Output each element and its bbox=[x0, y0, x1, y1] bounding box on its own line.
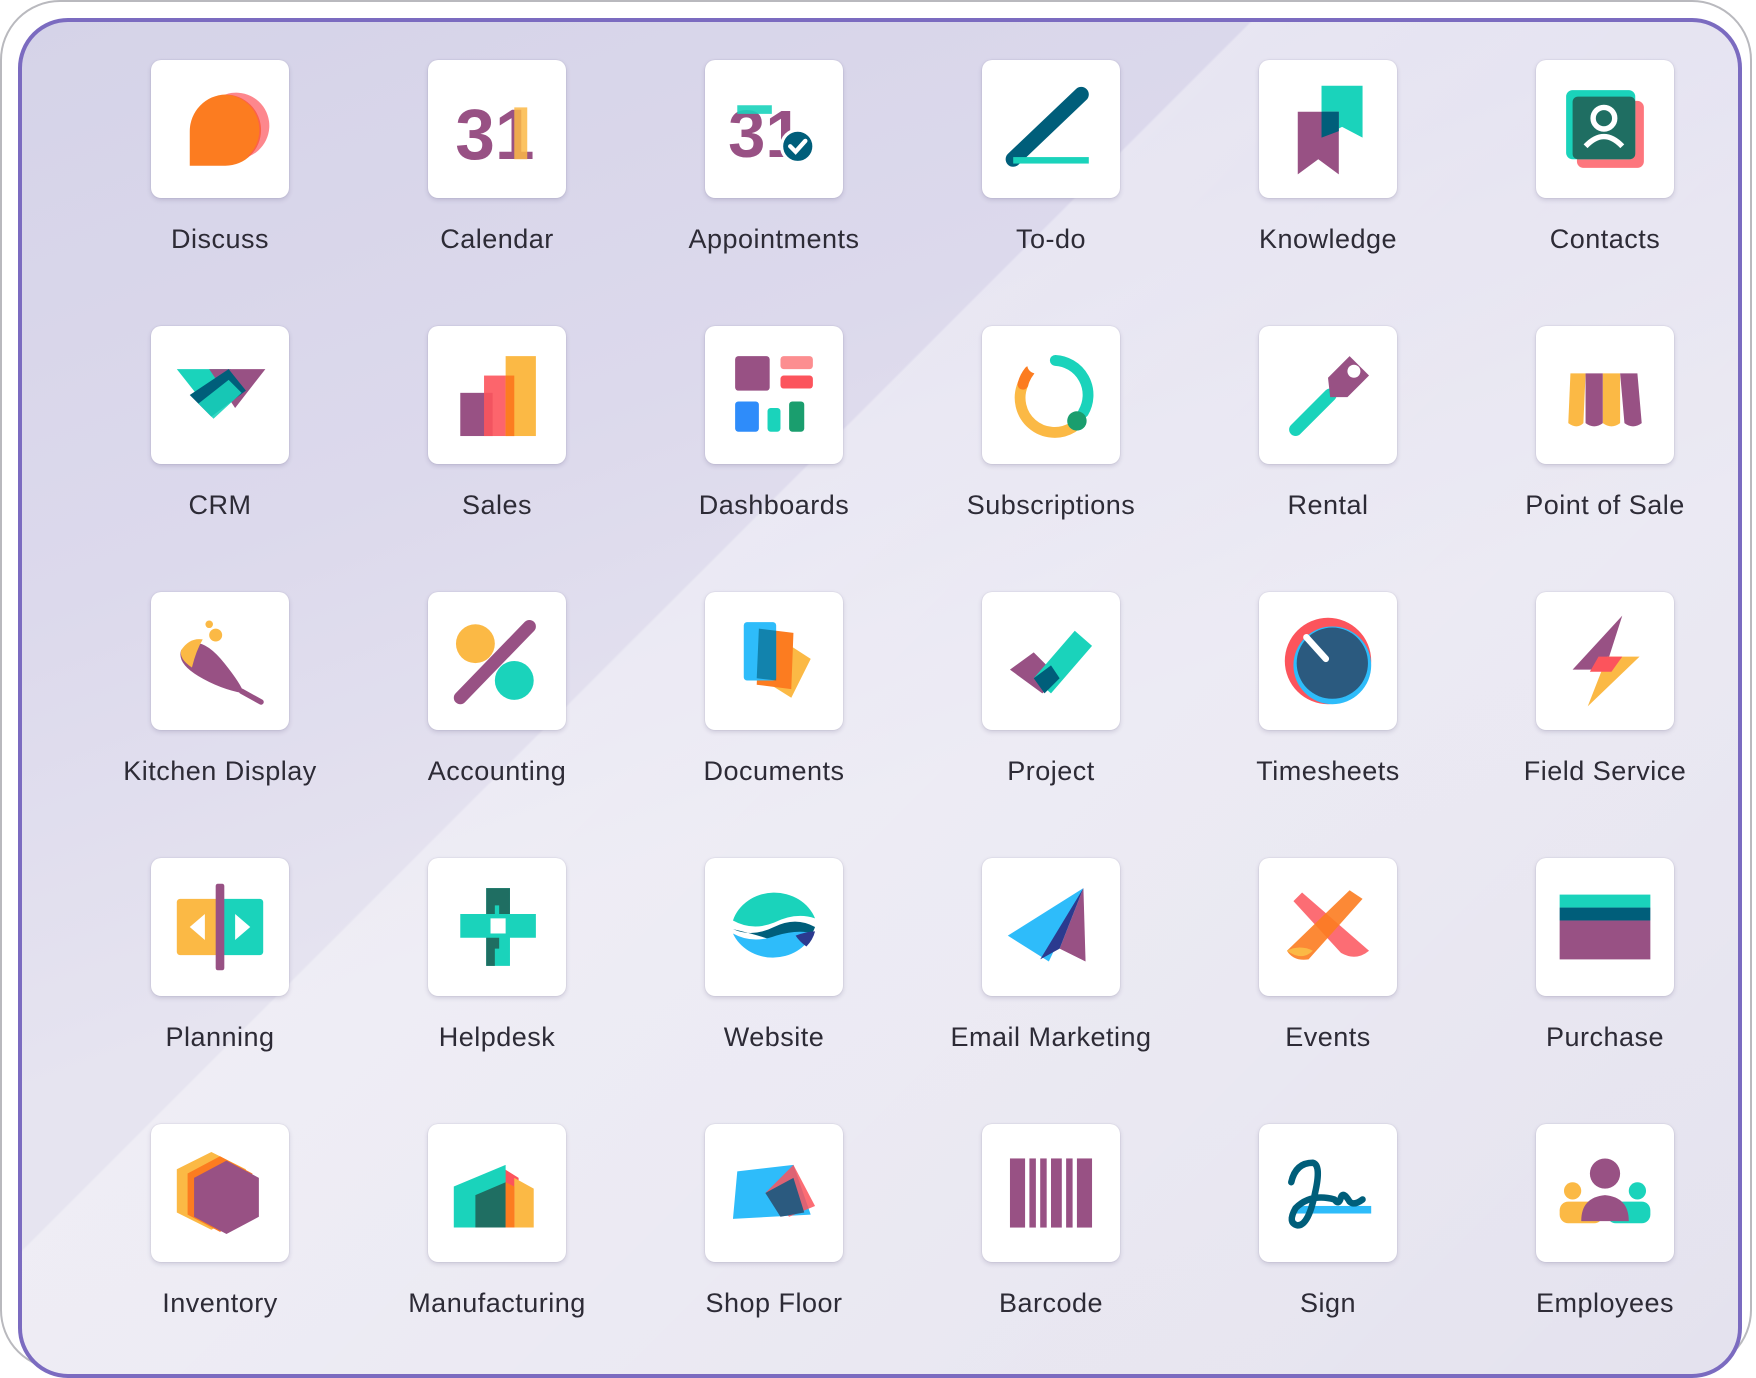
app-label: Timesheets bbox=[1256, 756, 1400, 786]
app-point-of-sale[interactable]: Point of Sale bbox=[1485, 326, 1725, 556]
app-documents[interactable]: Documents bbox=[654, 592, 894, 822]
project-icon bbox=[982, 592, 1120, 730]
app-label: Sales bbox=[461, 490, 533, 520]
app-label: Discuss bbox=[170, 224, 269, 254]
app-sales[interactable]: Sales bbox=[377, 326, 617, 556]
app-label: To-do bbox=[1015, 224, 1087, 254]
app-employees[interactable]: Employees bbox=[1485, 1124, 1725, 1354]
rental-icon bbox=[1259, 326, 1397, 464]
app-contacts[interactable]: Contacts bbox=[1485, 60, 1725, 290]
app-label: Point of Sale bbox=[1525, 490, 1685, 520]
app-subscriptions[interactable]: Subscriptions bbox=[931, 326, 1171, 556]
app-calendar[interactable]: 31 Calendar bbox=[377, 60, 617, 290]
app-knowledge[interactable]: Knowledge bbox=[1208, 60, 1448, 290]
app-discuss[interactable]: Discuss bbox=[100, 60, 340, 290]
app-label: Kitchen Display bbox=[123, 756, 317, 786]
app-shop-floor[interactable]: Shop Floor bbox=[654, 1124, 894, 1354]
app-label: Field Service bbox=[1523, 756, 1687, 786]
app-email-marketing[interactable]: Email Marketing bbox=[931, 858, 1171, 1088]
sales-icon bbox=[428, 326, 566, 464]
app-label: Email Marketing bbox=[950, 1022, 1152, 1052]
app-label: Inventory bbox=[162, 1288, 278, 1318]
field-service-icon bbox=[1536, 592, 1674, 730]
planning-icon bbox=[151, 858, 289, 996]
app-label: Employees bbox=[1535, 1288, 1675, 1318]
app-crm[interactable]: CRM bbox=[100, 326, 340, 556]
app-label: Helpdesk bbox=[438, 1022, 556, 1052]
employees-icon bbox=[1536, 1124, 1674, 1262]
app-label: Events bbox=[1285, 1022, 1371, 1052]
inventory-icon bbox=[151, 1124, 289, 1262]
documents-icon bbox=[705, 592, 843, 730]
shop-floor-icon bbox=[705, 1124, 843, 1262]
app-barcode[interactable]: Barcode bbox=[931, 1124, 1171, 1354]
app-label: Appointments bbox=[688, 224, 860, 254]
subscriptions-icon bbox=[982, 326, 1120, 464]
app-label: Planning bbox=[165, 1022, 275, 1052]
app-label: Manufacturing bbox=[408, 1288, 586, 1318]
events-icon bbox=[1259, 858, 1397, 996]
app-kitchen-display[interactable]: Kitchen Display bbox=[100, 592, 340, 822]
app-todo[interactable]: To-do bbox=[931, 60, 1171, 290]
accounting-icon bbox=[428, 592, 566, 730]
app-planning[interactable]: Planning bbox=[100, 858, 340, 1088]
app-timesheets[interactable]: Timesheets bbox=[1208, 592, 1448, 822]
app-label: Barcode bbox=[998, 1288, 1104, 1318]
app-field-service[interactable]: Field Service bbox=[1485, 592, 1725, 822]
app-events[interactable]: Events bbox=[1208, 858, 1448, 1088]
app-sign[interactable]: Sign bbox=[1208, 1124, 1448, 1354]
app-label: Project bbox=[1007, 756, 1095, 786]
website-icon bbox=[705, 858, 843, 996]
app-label: Sign bbox=[1299, 1288, 1357, 1318]
apps-menu: Discuss 31 Calendar 31 Appointments To-d… bbox=[18, 18, 1742, 1378]
app-accounting[interactable]: Accounting bbox=[377, 592, 617, 822]
app-manufacturing[interactable]: Manufacturing bbox=[377, 1124, 617, 1354]
todo-icon bbox=[982, 60, 1120, 198]
app-label: Contacts bbox=[1549, 224, 1661, 254]
helpdesk-icon bbox=[428, 858, 566, 996]
email-marketing-icon bbox=[982, 858, 1120, 996]
app-label: CRM bbox=[188, 490, 252, 520]
kitchen-display-icon bbox=[151, 592, 289, 730]
app-label: Rental bbox=[1287, 490, 1369, 520]
purchase-icon bbox=[1536, 858, 1674, 996]
app-inventory[interactable]: Inventory bbox=[100, 1124, 340, 1354]
window-frame: Discuss 31 Calendar 31 Appointments To-d… bbox=[0, 0, 1752, 1378]
timesheets-icon bbox=[1259, 592, 1397, 730]
barcode-icon bbox=[982, 1124, 1120, 1262]
app-label: Calendar bbox=[440, 224, 554, 254]
app-project[interactable]: Project bbox=[931, 592, 1171, 822]
app-label: Website bbox=[723, 1022, 825, 1052]
knowledge-icon bbox=[1259, 60, 1397, 198]
app-label: Accounting bbox=[427, 756, 567, 786]
calendar-icon: 31 bbox=[428, 60, 566, 198]
dashboards-icon bbox=[705, 326, 843, 464]
point-of-sale-icon bbox=[1536, 326, 1674, 464]
crm-icon bbox=[151, 326, 289, 464]
app-label: Knowledge bbox=[1258, 224, 1398, 254]
app-label: Purchase bbox=[1545, 1022, 1665, 1052]
contacts-icon bbox=[1536, 60, 1674, 198]
discuss-icon bbox=[151, 60, 289, 198]
appointments-icon: 31 bbox=[705, 60, 843, 198]
app-appointments[interactable]: 31 Appointments bbox=[654, 60, 894, 290]
app-label: Subscriptions bbox=[966, 490, 1136, 520]
app-helpdesk[interactable]: Helpdesk bbox=[377, 858, 617, 1088]
app-website[interactable]: Website bbox=[654, 858, 894, 1088]
app-dashboards[interactable]: Dashboards bbox=[654, 326, 894, 556]
app-rental[interactable]: Rental bbox=[1208, 326, 1448, 556]
app-label: Shop Floor bbox=[705, 1288, 843, 1318]
app-purchase[interactable]: Purchase bbox=[1485, 858, 1725, 1088]
sign-icon bbox=[1259, 1124, 1397, 1262]
manufacturing-icon bbox=[428, 1124, 566, 1262]
app-label: Documents bbox=[703, 756, 845, 786]
app-label: Dashboards bbox=[698, 490, 850, 520]
